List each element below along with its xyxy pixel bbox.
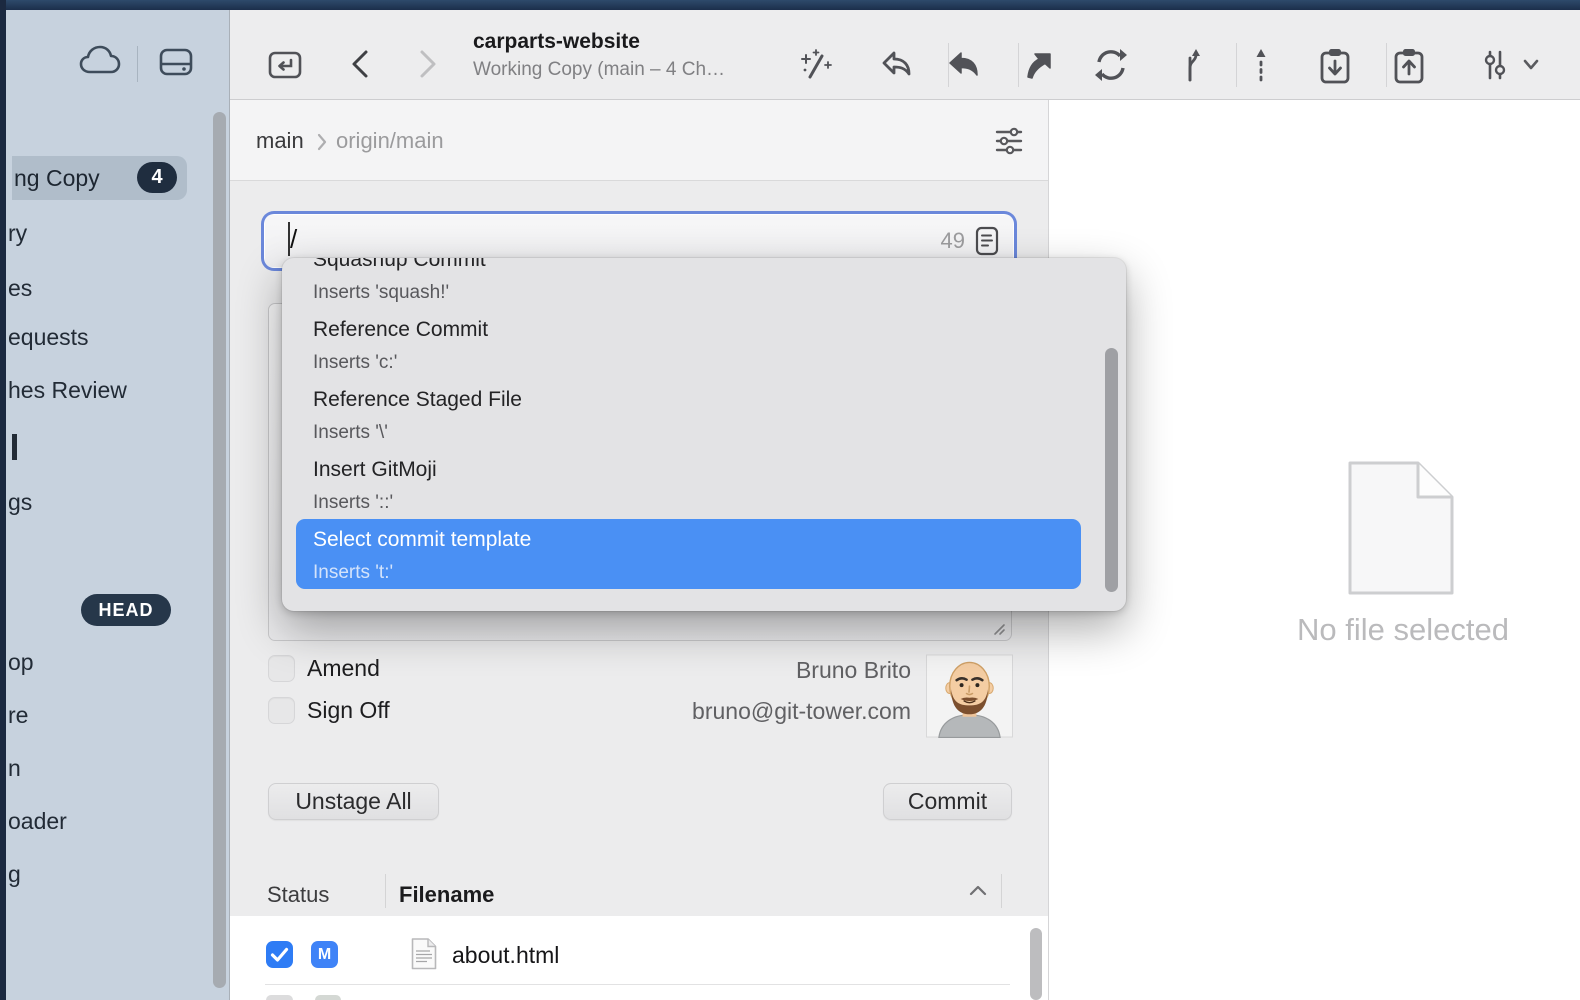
sidebar-item-pull-requests[interactable]: equests <box>8 324 89 351</box>
sidebar-header-separator <box>137 46 138 82</box>
sidebar-branch-item[interactable]: n <box>8 755 21 782</box>
commit-button[interactable]: Commit <box>883 783 1012 820</box>
sign-off-label: Sign Off <box>307 697 390 724</box>
toolbar-separator <box>1386 43 1387 87</box>
local-drive-icon[interactable] <box>154 40 198 84</box>
checkmark-icon <box>266 941 293 968</box>
menu-item-select-commit-template[interactable]: Select commit template Inserts 't:' <box>296 519 1081 589</box>
quick-actions-wand-icon[interactable] <box>797 46 835 84</box>
empty-state-message: No file selected <box>1253 612 1553 648</box>
head-badge: HEAD <box>81 594 171 626</box>
branch-header: main origin/main <box>230 100 1048 181</box>
toolbar-separator <box>1236 43 1237 87</box>
merge-icon[interactable] <box>1176 46 1210 84</box>
window-subtitle: Working Copy (main – 4 Ch… <box>473 59 793 81</box>
sidebar-branch-item[interactable]: op <box>8 649 34 676</box>
commit-subject-value: / <box>290 224 297 255</box>
sidebar-item-branches[interactable]: es <box>8 275 32 302</box>
sidebar-item-tags[interactable]: gs <box>8 489 32 516</box>
pull-icon[interactable] <box>1316 46 1354 86</box>
sidebar-item-fragment[interactable] <box>12 434 17 460</box>
menu-item-reference-commit[interactable]: Reference Commit Inserts 'c:' <box>313 317 1066 375</box>
window-frame-top <box>0 0 1580 10</box>
dropdown-scrollbar[interactable] <box>1105 348 1118 592</box>
column-header-filename[interactable]: Filename <box>399 882 494 908</box>
sidebar: ng Copy 4 ry es equests hes Review gs HE… <box>6 10 229 1000</box>
open-repository-icon[interactable] <box>266 46 304 84</box>
column-header-status[interactable]: Status <box>267 882 329 908</box>
resize-handle-icon[interactable] <box>990 620 1006 636</box>
empty-document-icon <box>1345 458 1457 598</box>
author-name: Bruno Brito <box>600 657 911 684</box>
breadcrumb-tracked-branch[interactable]: origin/main <box>336 128 444 154</box>
tower-window: ng Copy 4 ry es equests hes Review gs HE… <box>0 0 1580 1000</box>
column-divider[interactable] <box>385 874 386 908</box>
autocomplete-menu: Squashup Commit Inserts 'squash!' Refere… <box>282 258 1126 611</box>
breadcrumb-chevron-icon <box>316 132 328 152</box>
changes-count-badge: 4 <box>137 162 177 193</box>
staged-files-list: M about.html <box>230 916 1048 1000</box>
sidebar-item-branches-review[interactable]: hes Review <box>8 377 127 404</box>
sort-chevron-icon <box>967 883 989 897</box>
filter-icon[interactable] <box>993 126 1025 156</box>
sidebar-item-working-copy[interactable]: ng Copy 4 <box>12 156 187 200</box>
menu-item-insert-gitmoji[interactable]: Insert GitMoji Inserts '::' <box>313 457 1066 515</box>
stash-icon[interactable] <box>944 46 984 84</box>
file-row[interactable]: about.html <box>452 942 559 969</box>
file-icon <box>410 937 438 971</box>
back-icon[interactable] <box>349 48 371 80</box>
column-divider[interactable] <box>1001 874 1002 908</box>
avatar <box>926 654 1013 738</box>
chevron-down-icon[interactable] <box>1522 58 1540 72</box>
amend-label: Amend <box>307 655 380 682</box>
file-preview-panel: No file selected <box>1049 100 1580 1000</box>
author-email: bruno@git-tower.com <box>600 698 911 725</box>
rebase-icon[interactable] <box>1248 46 1274 84</box>
sidebar-item-label: ng Copy <box>14 156 100 200</box>
amend-checkbox[interactable] <box>268 655 295 682</box>
file-row-checkbox[interactable] <box>266 941 293 968</box>
sidebar-branch-item[interactable]: g <box>8 861 21 888</box>
sidebar-scrollbar[interactable] <box>213 112 226 988</box>
main-toolbar: carparts-website Working Copy (main – 4 … <box>230 10 1580 100</box>
menu-item-reference-staged-file[interactable]: Reference Staged File Inserts '\' <box>313 387 1066 445</box>
view-options-icon[interactable] <box>1478 46 1512 84</box>
window-title: carparts-website <box>473 30 773 54</box>
unstage-all-button[interactable]: Unstage All <box>268 783 439 820</box>
apply-stash-icon[interactable] <box>1018 46 1058 84</box>
modified-status-badge: M <box>311 941 338 968</box>
window-frame-left <box>0 0 6 1000</box>
next-row-badge-sliver <box>315 995 341 1000</box>
row-divider <box>265 984 1010 985</box>
discard-icon[interactable] <box>876 46 916 84</box>
sidebar-branch-item[interactable]: re <box>8 702 28 729</box>
sidebar-branch-item[interactable]: oader <box>8 808 67 835</box>
forward-icon[interactable] <box>417 48 439 80</box>
sidebar-item-history[interactable]: ry <box>8 220 27 247</box>
sign-off-checkbox[interactable] <box>268 697 295 724</box>
file-list-scrollbar[interactable] <box>1030 928 1042 1000</box>
char-count: 49 <box>941 228 965 254</box>
push-icon[interactable] <box>1390 46 1428 86</box>
next-row-checkbox-sliver <box>266 995 293 1000</box>
breadcrumb-current-branch[interactable]: main <box>256 128 304 154</box>
menu-item-squashup-commit[interactable]: Squashup Commit Inserts 'squash!' <box>313 258 1066 305</box>
cloud-icon[interactable] <box>78 42 122 82</box>
sync-icon[interactable] <box>1090 46 1132 84</box>
char-limit-icon <box>974 226 1000 256</box>
